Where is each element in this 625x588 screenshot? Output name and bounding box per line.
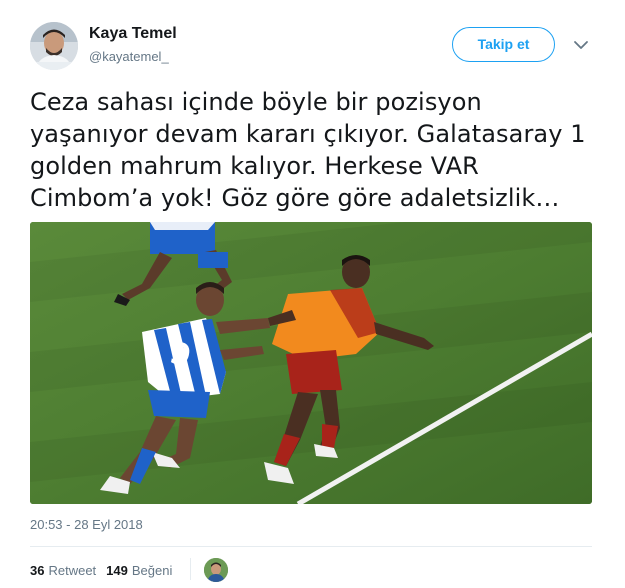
liker-avatar[interactable] [204, 558, 228, 582]
like-stat[interactable]: 149 Beğeni [106, 563, 172, 578]
like-label: Beğeni [131, 563, 173, 578]
author-handle[interactable]: @kayatemel_ [89, 49, 169, 64]
author-avatar[interactable] [30, 22, 78, 70]
tweet-card: Kaya Temel @kayatemel_ Takip et Ceza sah… [0, 0, 625, 588]
follow-button[interactable]: Takip et [452, 27, 555, 62]
retweet-label: Retweet [48, 563, 97, 578]
stats-separator [190, 558, 191, 580]
tweet-text-line: yaşanıyor devam kararı çıkıyor. Galatasa… [30, 120, 586, 148]
retweet-count: 36 [30, 563, 45, 578]
tweet-text-line: golden mahrum kalıyor. Herkese VAR [30, 152, 479, 180]
tweet-timestamp[interactable]: 20:53 - 28 Eyl 2018 [30, 517, 143, 532]
chevron-down-icon[interactable] [572, 36, 590, 54]
tweet-stats: 36 Retweet 149 Beğeni [30, 563, 182, 578]
retweet-stat[interactable]: 36 Retweet [30, 563, 96, 578]
divider [30, 546, 592, 547]
tweet-text-line: Ceza sahası içinde böyle bir pozisyon [30, 88, 482, 116]
football-pitch-photo: 9 [30, 222, 592, 504]
tweet-text: Ceza sahası içinde böyle bir pozisyon ya… [30, 86, 595, 214]
like-count: 149 [106, 563, 128, 578]
tweet-text-line: Cimbom’a yok! Göz göre göre adaletsizlik… [30, 184, 560, 212]
author-avatar-image [30, 22, 78, 70]
tweet-media-photo[interactable]: 9 [30, 222, 592, 504]
liker-avatar-image [204, 558, 228, 582]
author-display-name[interactable]: Kaya Temel [89, 25, 177, 43]
